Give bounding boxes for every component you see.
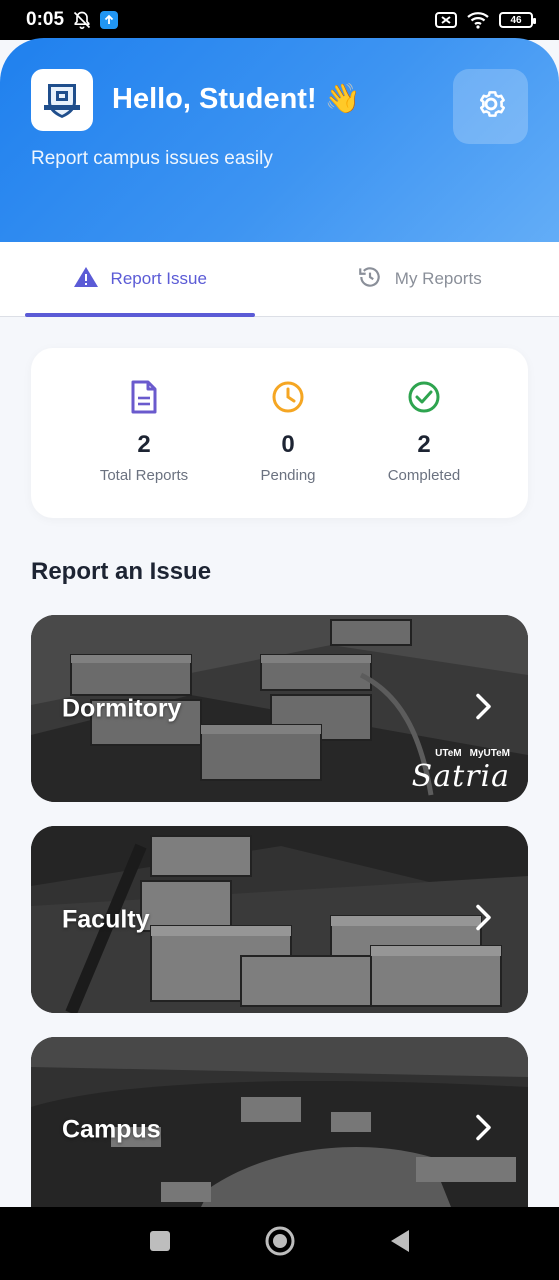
check-circle-icon xyxy=(407,380,441,419)
waving-hand-icon: 👋 xyxy=(324,83,361,115)
document-icon xyxy=(129,380,159,419)
stat-label: Completed xyxy=(387,467,461,484)
tab-label: My Reports xyxy=(394,269,482,288)
watermark-handle: MyUTeM xyxy=(469,748,510,759)
clock-icon xyxy=(271,380,305,419)
tab-report-issue[interactable]: Report Issue xyxy=(0,242,280,317)
category-label: Campus xyxy=(62,1115,161,1144)
category-card-faculty[interactable]: Faculty xyxy=(31,826,528,1013)
chevron-right-icon xyxy=(474,1114,494,1147)
watermark-script: Satria xyxy=(411,759,510,794)
watermark-brand: UTeM xyxy=(435,748,462,759)
settings-button[interactable] xyxy=(453,69,528,144)
notifications-off-icon xyxy=(72,10,92,30)
category-label: Faculty xyxy=(62,905,150,933)
battery-indicator: 46 xyxy=(499,12,536,28)
tab-my-reports[interactable]: My Reports xyxy=(280,242,559,316)
category-card-dormitory[interactable]: Dormitory UTeM MyUTeM Satria xyxy=(31,615,528,802)
stats-card: 2 Total Reports 0 Pending 2 Completed xyxy=(31,348,528,518)
status-time: 0:05 xyxy=(26,9,65,30)
tab-bar: Report Issue My Reports xyxy=(0,242,559,317)
wifi-icon xyxy=(467,11,489,29)
warning-icon xyxy=(73,265,99,294)
system-nav-bar xyxy=(0,1207,559,1280)
stat-label: Total Reports xyxy=(99,467,189,484)
category-label: Dormitory xyxy=(62,694,182,722)
back-button[interactable] xyxy=(388,1228,412,1259)
sim-off-icon xyxy=(435,12,457,28)
university-logo xyxy=(31,69,93,131)
stat-value: 2 xyxy=(417,431,431,458)
photo-watermark: UTeM MyUTeM Satria xyxy=(412,748,510,794)
upload-icon xyxy=(100,11,119,29)
stat-label: Pending xyxy=(260,467,316,484)
home-button[interactable] xyxy=(264,1225,296,1262)
category-card-campus[interactable]: Campus xyxy=(31,1037,528,1207)
stat-value: 2 xyxy=(137,431,151,458)
tab-label: Report Issue xyxy=(110,269,207,288)
chevron-right-icon xyxy=(474,903,494,936)
gear-icon xyxy=(474,87,508,126)
greeting-title: Hello, Student! 👋 xyxy=(112,82,361,116)
history-icon xyxy=(357,264,383,295)
recents-button[interactable] xyxy=(148,1229,172,1258)
greeting-text: Hello, Student! xyxy=(112,82,317,115)
chevron-right-icon xyxy=(474,692,494,725)
stat-total-reports: 2 Total Reports xyxy=(79,380,209,484)
section-title: Report an Issue xyxy=(31,558,212,585)
header: Hello, Student! 👋 Report campus issues e… xyxy=(0,38,559,242)
stat-completed: 2 Completed xyxy=(359,380,489,484)
stat-value: 0 xyxy=(281,431,295,458)
status-bar: 0:05 46 xyxy=(0,0,559,40)
stat-pending: 0 Pending xyxy=(223,380,353,484)
header-subtitle: Report campus issues easily xyxy=(31,148,273,169)
